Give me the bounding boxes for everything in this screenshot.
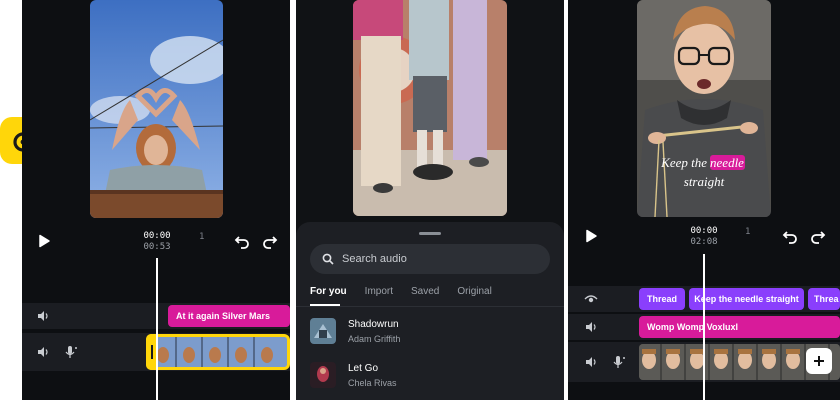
marker-label: 1: [745, 227, 751, 237]
play-icon[interactable]: [37, 234, 51, 248]
middle-phone-audio-picker: Search audio For you Import Saved Origin…: [296, 0, 564, 400]
song-title: Shadowrun: [348, 318, 399, 330]
add-clip-button[interactable]: [806, 348, 832, 374]
volume-icon[interactable]: [584, 355, 598, 369]
search-audio-input[interactable]: Search audio: [310, 244, 550, 274]
right-phone-editor: Keep the needle straight 00:00 02:08 1 T…: [568, 0, 840, 400]
tab-saved[interactable]: Saved: [411, 286, 439, 297]
song-artist: Chela Rivas: [348, 377, 397, 388]
video-clip-strip[interactable]: [146, 334, 290, 370]
song-artist: Adam Griffith: [348, 333, 401, 344]
album-art: [310, 362, 336, 388]
search-icon: [322, 253, 334, 265]
text-clip[interactable]: Threa: [808, 288, 840, 310]
timecode: 00:00 02:08: [690, 226, 718, 247]
text-clip[interactable]: Thread: [639, 288, 685, 310]
plus-icon: [814, 356, 824, 366]
volume-icon[interactable]: [584, 320, 598, 334]
left-phone-editor: 00:00 00:53 1 At it again Silver Mars: [22, 0, 290, 400]
volume-icon[interactable]: [36, 309, 50, 323]
video-preview[interactable]: [90, 0, 223, 218]
video-preview[interactable]: [353, 0, 507, 216]
tab-for-you[interactable]: For you: [310, 286, 347, 297]
mic-icon[interactable]: [612, 355, 626, 369]
playhead[interactable]: [703, 254, 705, 400]
audio-bottom-sheet: Search audio For you Import Saved Origin…: [296, 222, 564, 400]
tabs-divider: [296, 306, 564, 307]
music-clip[interactable]: Womp Womp Voxluxl: [639, 316, 840, 338]
text-clip[interactable]: Keep the needle straight: [689, 288, 804, 310]
mic-icon[interactable]: [64, 345, 78, 359]
tab-import[interactable]: Import: [365, 286, 393, 297]
tab-original[interactable]: Original: [457, 286, 491, 297]
caption-line2: straight: [684, 174, 725, 189]
song-item[interactable]: Shadowrun Adam Griffith: [310, 318, 400, 344]
undo-icon[interactable]: [234, 233, 250, 249]
undo-icon[interactable]: [782, 228, 798, 244]
screenshot-stage: 00:00 00:53 1 At it again Silver Mars Se…: [0, 0, 840, 400]
album-art: [310, 318, 336, 344]
play-icon[interactable]: [584, 229, 598, 243]
playhead[interactable]: [156, 258, 158, 400]
volume-icon[interactable]: [36, 345, 50, 359]
marker-label: 1: [199, 232, 205, 242]
eye-icon[interactable]: [584, 292, 598, 306]
caption-line1-a: Keep the: [660, 155, 707, 170]
caption-highlight: needle: [710, 155, 744, 170]
redo-icon[interactable]: [810, 228, 826, 244]
redo-icon[interactable]: [262, 233, 278, 249]
timecode: 00:00 00:53: [143, 231, 171, 252]
sheet-grabber[interactable]: [419, 232, 441, 235]
music-clip[interactable]: At it again Silver Mars: [168, 305, 290, 327]
search-placeholder: Search audio: [342, 253, 407, 265]
video-caption[interactable]: Keep the needle straight: [637, 152, 771, 196]
song-item[interactable]: Let Go Chela Rivas: [310, 362, 397, 388]
song-title: Let Go: [348, 362, 379, 374]
audio-tabs: For you Import Saved Original: [310, 286, 492, 297]
